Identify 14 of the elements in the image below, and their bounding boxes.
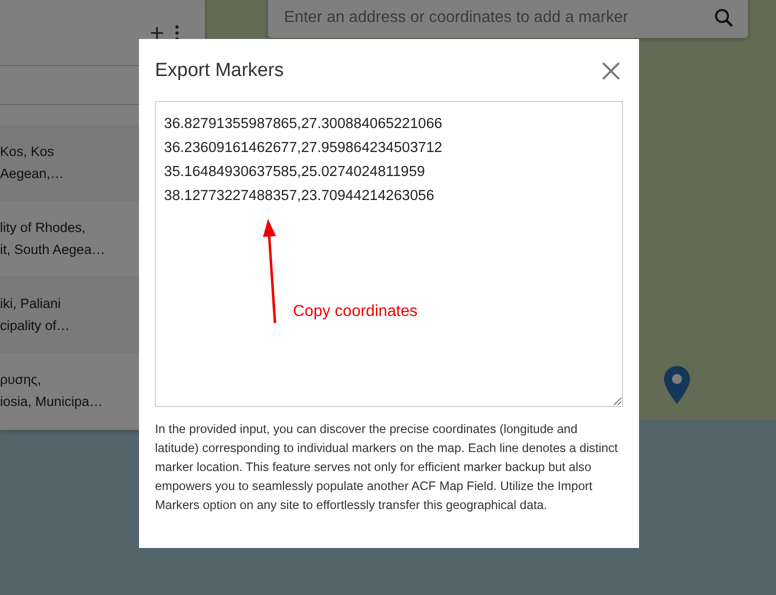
marker-address: Kos, Kos bbox=[0, 142, 56, 160]
marker-address: iki, Paliani bbox=[0, 294, 62, 312]
marker-address: Aegean,… bbox=[0, 164, 64, 183]
map-pin-icon bbox=[664, 366, 690, 404]
marker-address: lity of Rhodes, bbox=[0, 218, 87, 237]
dialog-title: Export Markers bbox=[155, 60, 284, 82]
marker-address: cipality of… bbox=[0, 316, 70, 335]
search-field[interactable]: Enter an address or coordinates to add a marker bbox=[282, 8, 714, 28]
annotation-text: Copy coordinates bbox=[293, 303, 418, 321]
marker-address: ρυσης, bbox=[0, 370, 42, 389]
marker-address: it, South Aegea… bbox=[0, 240, 106, 259]
search-bar[interactable]: Enter an address or coordinates to add a marker bbox=[268, 0, 748, 38]
marker-address: iosia, Municipa… bbox=[0, 392, 103, 411]
search-icon[interactable] bbox=[714, 8, 734, 28]
